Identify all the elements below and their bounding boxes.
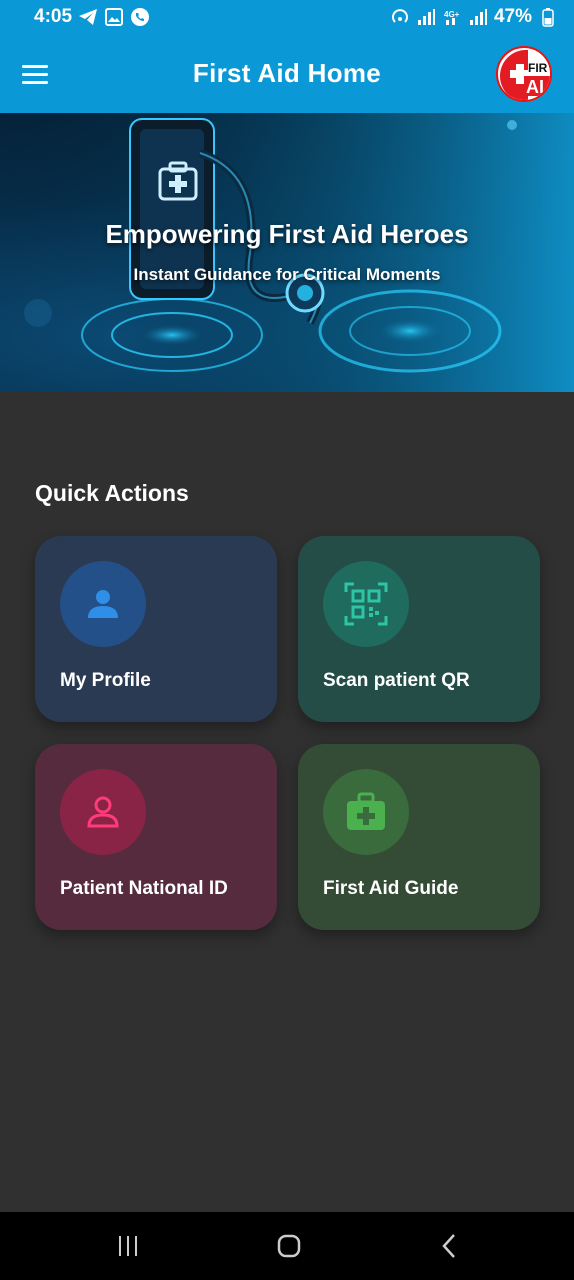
svg-text:FIR: FIR [528, 61, 548, 75]
hero-title: Empowering First Aid Heroes [105, 219, 469, 249]
phone-call-icon [130, 7, 150, 27]
home-button[interactable] [269, 1230, 309, 1262]
battery-percent: 47% [493, 6, 532, 27]
hero-banner: Empowering First Aid Heroes Instant Guid… [0, 113, 574, 392]
app-logo[interactable]: FIR AI [496, 46, 552, 102]
telegram-icon [78, 7, 98, 27]
profile-icon-circle [60, 561, 146, 647]
recent-apps-button[interactable] [108, 1230, 148, 1262]
status-bar: 4:05 4G+ 47% [0, 0, 574, 34]
svg-text:AI: AI [526, 77, 544, 97]
back-icon [442, 1234, 455, 1258]
home-icon [277, 1234, 301, 1258]
app-bar: First Aid Home FIR AI [0, 34, 574, 113]
battery-icon [538, 7, 558, 27]
network-4g-icon: 4G+ [442, 7, 462, 27]
back-button[interactable] [430, 1230, 470, 1262]
patient-national-id-card[interactable]: Patient National ID [35, 744, 277, 930]
guide-icon-circle [323, 769, 409, 855]
card-label: My Profile [60, 670, 151, 691]
system-nav-bar [0, 1212, 574, 1280]
my-profile-card[interactable]: My Profile [35, 536, 277, 722]
section-title: Quick Actions [35, 480, 189, 506]
recent-apps-icon [119, 1236, 137, 1256]
status-left: 4:05 [34, 6, 150, 28]
svg-text:4G+: 4G+ [444, 10, 460, 19]
hotspot-icon [390, 7, 410, 27]
status-time: 4:05 [34, 6, 73, 27]
signal-icon-2 [468, 7, 488, 27]
card-label: Patient National ID [60, 878, 228, 899]
signal-icon [416, 7, 436, 27]
card-label: Scan patient QR [323, 670, 470, 691]
medical-bag-icon [347, 792, 385, 830]
person-icon [88, 590, 118, 618]
page-title: First Aid Home [192, 58, 382, 88]
national-id-icon-circle [60, 769, 146, 855]
hero-illustration [0, 113, 574, 392]
status-right: 4G+ 47% [390, 6, 558, 28]
gallery-icon [104, 7, 124, 27]
first-aid-guide-card[interactable]: First Aid Guide [298, 744, 540, 930]
person-outline-icon [87, 796, 119, 828]
qr-icon-circle [323, 561, 409, 647]
qr-scan-icon [344, 582, 388, 626]
card-label: First Aid Guide [323, 878, 459, 899]
hero-subtitle: Instant Guidance for Critical Moments [133, 265, 441, 284]
scan-qr-card[interactable]: Scan patient QR [298, 536, 540, 722]
